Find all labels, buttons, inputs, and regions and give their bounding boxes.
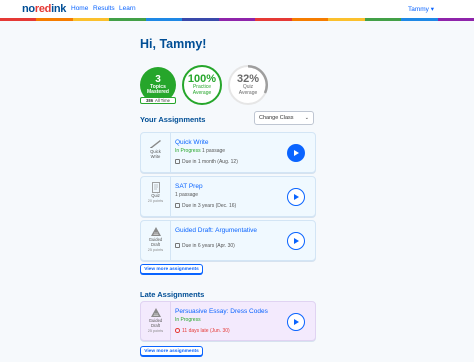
rainbow-segment [437, 18, 474, 21]
nav-link-home[interactable]: Home [71, 5, 88, 12]
assignment-type-2: Write [150, 153, 161, 159]
assignment-type-column: Guided Draft 25 points [141, 221, 171, 260]
play-button[interactable] [287, 188, 305, 206]
user-name: Tammy [407, 6, 429, 13]
calendar-icon [175, 203, 180, 208]
passage-count: 1 passage [175, 192, 199, 198]
guided-draft-icon [150, 308, 161, 317]
all-time-count: 386 [146, 98, 154, 103]
chevron-down-icon: ▾ [430, 6, 434, 13]
calendar-icon [175, 243, 180, 248]
view-more-late-assignments-button[interactable]: View more assignments [140, 346, 203, 356]
late-due-date: 11 days late (Jun. 30) [175, 328, 230, 334]
guided-draft-icon [150, 227, 161, 236]
due-date: Due in 6 years (Apr. 30) [175, 243, 235, 249]
user-menu[interactable]: Tammy ▾ [408, 5, 434, 13]
practice-average-badge: 100% Practice Average [182, 65, 222, 105]
assignment-card[interactable]: Guided Draft 25 points Guided Draft: Arg… [140, 220, 316, 261]
quiz-average-badge: 32% Quiz Average [228, 64, 268, 105]
your-assignments-heading: Your Assignments [140, 115, 206, 124]
change-class-select[interactable]: Change Class ⌄ [254, 111, 314, 125]
quiz-progress-arc [247, 64, 268, 94]
play-icon [294, 150, 300, 156]
status-text: In Progress [175, 148, 201, 154]
assignment-status: In Progress 1 passage [175, 148, 225, 154]
assignment-points: 25 points [147, 247, 164, 252]
assignment-type-column: Guided Draft 25 points [141, 302, 171, 340]
rainbow-segment [328, 18, 365, 21]
assignment-title[interactable]: Guided Draft: Argumentative [175, 227, 257, 234]
rainbow-segment [72, 18, 110, 21]
assignment-status: In Progress [175, 317, 201, 323]
rainbow-segment [0, 18, 37, 21]
all-time-tag: 386 All Time [140, 97, 176, 104]
quick-write-icon [149, 140, 161, 148]
assignment-points: 25 points [147, 328, 164, 333]
rainbow-segment [182, 18, 219, 21]
rainbow-segment [218, 18, 256, 21]
play-button[interactable] [287, 144, 305, 162]
assignment-type-column: Quiz 20 points [141, 177, 171, 216]
assignment-status: 1 passage [175, 192, 198, 198]
rainbow-divider [0, 18, 474, 21]
assignment-card[interactable]: Quiz 20 points SAT Prep 1 passage Due in… [140, 176, 316, 217]
due-text: Due in 6 years (Apr. 30) [182, 243, 235, 249]
play-button[interactable] [287, 313, 305, 331]
assignment-title[interactable]: Quick Write [175, 139, 208, 146]
late-assignments-heading: Late Assignments [140, 290, 205, 299]
assignment-points: 20 points [147, 198, 164, 203]
play-icon [294, 319, 300, 325]
logo-part-red: red [34, 3, 52, 15]
quiz-icon [151, 182, 160, 193]
practice-average-label-2: Average [192, 89, 212, 96]
rainbow-segment [36, 18, 73, 21]
assignment-card[interactable]: Quick Write Quick Write In Progress 1 pa… [140, 132, 316, 173]
due-text: Due in 1 month (Aug. 12) [182, 159, 238, 165]
noredink-logo[interactable]: noredink [22, 3, 66, 15]
logo-part-no: no [22, 3, 35, 15]
due-text: Due in 3 years (Dec. 16) [182, 203, 237, 209]
play-icon [294, 194, 300, 200]
due-text: 11 days late (Jun. 30) [182, 328, 230, 334]
page-title: Hi, Tammy! [140, 37, 207, 51]
due-date: Due in 3 years (Dec. 16) [175, 203, 236, 209]
change-class-label: Change Class [259, 115, 294, 121]
play-button[interactable] [287, 232, 305, 250]
late-assignment-card[interactable]: Guided Draft 25 points Persuasive Essay:… [140, 301, 316, 341]
rainbow-segment [364, 18, 402, 21]
all-time-label: All Time [155, 98, 170, 103]
rainbow-segment [291, 18, 329, 21]
topics-mastered-label-2: Mastered [147, 89, 169, 95]
top-nav-bar: noredink Home Results Learn Tammy ▾ [0, 0, 474, 18]
clock-icon [175, 328, 180, 333]
rainbow-segment [109, 18, 146, 21]
assignment-title[interactable]: SAT Prep [175, 183, 203, 190]
rainbow-segment [145, 18, 183, 21]
topics-mastered-count: 3 [155, 73, 161, 85]
assignment-type-column: Quick Write [141, 133, 171, 172]
calendar-icon [175, 159, 180, 164]
play-icon [294, 238, 300, 244]
view-more-assignments-button[interactable]: View more assignments [140, 264, 203, 274]
chevron-down-icon: ⌄ [304, 115, 309, 121]
status-text: In Progress [175, 317, 201, 323]
logo-part-ink: ink [51, 3, 67, 15]
rainbow-segment [401, 18, 438, 21]
assignment-title[interactable]: Persuasive Essay: Dress Codes [175, 308, 268, 315]
rainbow-segment [255, 18, 292, 21]
nav-link-learn[interactable]: Learn [119, 5, 136, 12]
due-date: Due in 1 month (Aug. 12) [175, 159, 238, 165]
nav-link-results[interactable]: Results [93, 5, 115, 12]
passage-count: 1 passage [201, 148, 226, 154]
